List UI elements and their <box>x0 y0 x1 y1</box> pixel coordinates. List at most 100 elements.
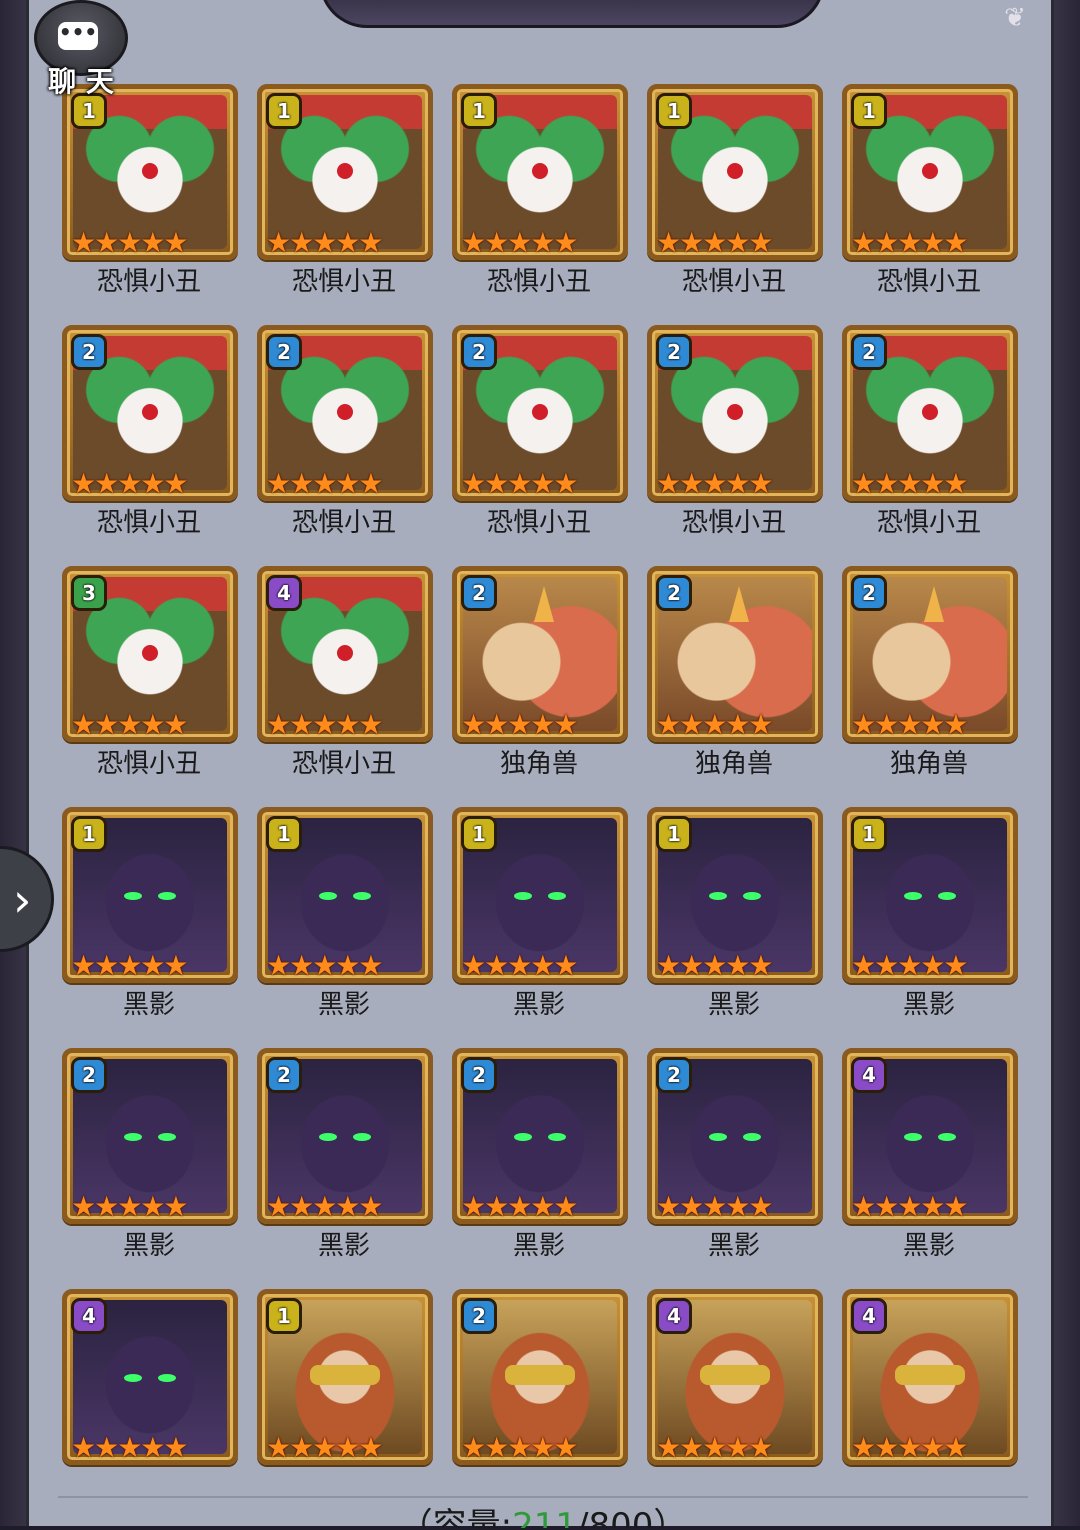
glowing-eyes <box>510 1132 570 1143</box>
hero-card-frame: 1 ★★★★★ <box>842 84 1018 260</box>
hero-card[interactable]: 2 ★★★★★ 恐惧小丑 <box>58 325 240 566</box>
level-badge: 1 <box>851 816 887 852</box>
level-badge: 1 <box>656 816 692 852</box>
star-rating: ★★★★★ <box>266 226 384 259</box>
hero-name: 黑影 <box>902 990 955 1020</box>
hero-card-frame: 4 ★★★★★ <box>647 1289 823 1465</box>
star-rating: ★★★★★ <box>656 1190 774 1223</box>
hero-card[interactable]: 2 ★★★★★ 黑影 <box>253 1048 435 1289</box>
clown-nose <box>532 403 548 420</box>
gold-mask <box>895 1364 965 1385</box>
hero-card-frame: 2 ★★★★★ <box>257 1048 433 1224</box>
partial-hero-name <box>643 34 825 58</box>
glowing-eyes <box>120 1373 180 1384</box>
hero-name: 恐惧小丑 <box>96 749 201 779</box>
capacity-current: 211 <box>512 1506 577 1528</box>
hero-card[interactable]: 1 ★★★★★ 恐惧小丑 <box>838 84 1020 325</box>
hero-card[interactable]: 4 ★★★★★ <box>58 1289 240 1530</box>
chat-button[interactable]: ••• 聊 天 <box>28 0 128 104</box>
hero-card-frame: 4 ★★★★★ <box>842 1048 1018 1224</box>
hero-name: 恐惧小丑 <box>876 508 981 538</box>
hero-card[interactable]: 1 ★★★★★ 恐惧小丑 <box>643 84 825 325</box>
capacity-prefix: （容量: <box>398 1506 513 1528</box>
level-badge: 2 <box>851 575 887 611</box>
hero-name: 黑影 <box>512 1231 565 1261</box>
hero-card[interactable]: 2 ★★★★★ 独角兽 <box>643 566 825 807</box>
glowing-eyes <box>120 1132 180 1143</box>
hero-name: 独角兽 <box>694 749 773 779</box>
hero-card-frame: 1 ★★★★★ <box>62 807 238 983</box>
hero-card[interactable]: 2 ★★★★★ <box>448 1289 630 1530</box>
hero-name: 恐惧小丑 <box>96 267 201 297</box>
level-badge: 4 <box>71 1298 107 1334</box>
hero-card[interactable]: 3 ★★★★★ 恐惧小丑 <box>58 566 240 807</box>
clown-nose <box>727 403 743 420</box>
clown-nose <box>532 162 548 179</box>
hero-card[interactable]: 2 ★★★★★ 独角兽 <box>448 566 630 807</box>
level-badge: 2 <box>71 1057 107 1093</box>
star-rating: ★★★★★ <box>461 708 579 741</box>
hero-name: 黑影 <box>707 1231 760 1261</box>
hero-card[interactable]: 1 ★★★★★ 恐惧小丑 <box>253 84 435 325</box>
level-badge: 4 <box>851 1057 887 1093</box>
star-rating: ★★★★★ <box>266 1431 384 1464</box>
star-rating: ★★★★★ <box>461 1190 579 1223</box>
hero-card-frame: 2 ★★★★★ <box>62 325 238 501</box>
hero-card[interactable]: 2 ★★★★★ 恐惧小丑 <box>253 325 435 566</box>
hero-card[interactable]: 4 ★★★★★ 黑影 <box>838 1048 1020 1289</box>
hero-card-frame: 2 ★★★★★ <box>647 1048 823 1224</box>
partial-hero-name <box>253 34 435 58</box>
hero-card[interactable]: 1 ★★★★★ <box>253 1289 435 1530</box>
hero-card[interactable]: 2 ★★★★★ 恐惧小丑 <box>643 325 825 566</box>
hero-name: 恐惧小丑 <box>876 267 981 297</box>
hero-name: 黑影 <box>122 990 175 1020</box>
hero-card-frame: 3 ★★★★★ <box>62 566 238 742</box>
hero-name: 恐惧小丑 <box>486 508 591 538</box>
glowing-eyes <box>315 1132 375 1143</box>
gold-mask <box>700 1364 770 1385</box>
hero-card[interactable]: 2 ★★★★★ 独角兽 <box>838 566 1020 807</box>
level-badge: 1 <box>656 93 692 129</box>
star-rating: ★★★★★ <box>851 1190 969 1223</box>
hero-card[interactable]: 1 ★★★★★ 恐惧小丑 <box>58 84 240 325</box>
clown-nose <box>142 162 158 179</box>
hero-card[interactable]: 2 ★★★★★ 黑影 <box>448 1048 630 1289</box>
hero-card[interactable]: 4 ★★★★★ <box>838 1289 1020 1530</box>
hero-card[interactable]: 1 ★★★★★ 黑影 <box>448 807 630 1048</box>
hero-card[interactable]: 2 ★★★★★ 恐惧小丑 <box>838 325 1020 566</box>
hero-name: 黑影 <box>317 990 370 1020</box>
chat-label: 聊 天 <box>48 65 114 98</box>
hero-card[interactable]: 1 ★★★★★ 恐惧小丑 <box>448 84 630 325</box>
glowing-eyes <box>900 891 960 902</box>
hero-card[interactable]: 1 ★★★★★ 黑影 <box>643 807 825 1048</box>
star-rating: ★★★★★ <box>656 467 774 500</box>
hero-name: 恐惧小丑 <box>291 749 396 779</box>
level-badge: 4 <box>851 1298 887 1334</box>
level-badge: 1 <box>266 93 302 129</box>
star-rating: ★★★★★ <box>71 1431 189 1464</box>
hero-card[interactable]: 2 ★★★★★ 黑影 <box>58 1048 240 1289</box>
hero-card-frame: 2 ★★★★★ <box>647 325 823 501</box>
clown-nose <box>337 162 353 179</box>
level-badge: 2 <box>266 334 302 370</box>
partial-hero-name <box>838 34 1020 58</box>
level-badge: 1 <box>461 93 497 129</box>
hero-card[interactable]: 2 ★★★★★ 黑影 <box>643 1048 825 1289</box>
clown-nose <box>727 162 743 179</box>
star-rating: ★★★★★ <box>656 949 774 982</box>
unicorn-horn <box>533 586 554 623</box>
hero-card[interactable]: 4 ★★★★★ <box>643 1289 825 1530</box>
hero-card[interactable]: 1 ★★★★★ 黑影 <box>253 807 435 1048</box>
hero-card-frame: 1 ★★★★★ <box>257 1289 433 1465</box>
hero-card-frame: 4 ★★★★★ <box>842 1289 1018 1465</box>
clown-nose <box>922 403 938 420</box>
level-badge: 2 <box>461 1298 497 1334</box>
hero-card[interactable]: 4 ★★★★★ 恐惧小丑 <box>253 566 435 807</box>
star-rating: ★★★★★ <box>266 467 384 500</box>
hero-card[interactable]: 1 ★★★★★ 黑影 <box>838 807 1020 1048</box>
hero-card[interactable]: 2 ★★★★★ 恐惧小丑 <box>448 325 630 566</box>
hero-card[interactable]: 1 ★★★★★ 黑影 <box>58 807 240 1048</box>
level-badge: 2 <box>656 334 692 370</box>
capacity-separator: / <box>577 1506 589 1528</box>
star-rating: ★★★★★ <box>266 708 384 741</box>
